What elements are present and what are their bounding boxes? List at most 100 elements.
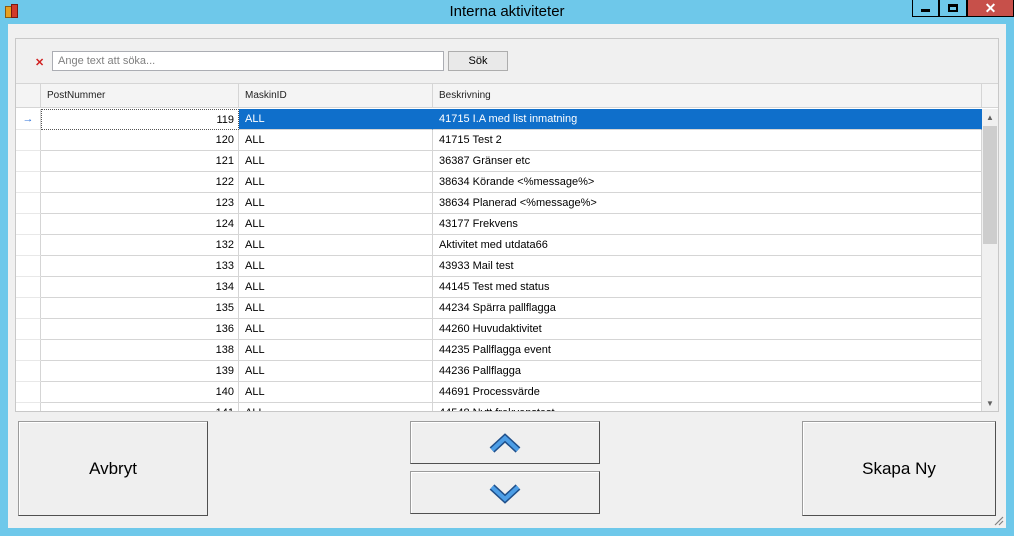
row-header-cell[interactable]: [16, 298, 41, 319]
cell-beskrivning[interactable]: 44145 Test med status: [433, 277, 982, 298]
vertical-scrollbar[interactable]: ▲ ▼: [982, 109, 998, 411]
cancel-button[interactable]: Avbryt: [18, 421, 208, 516]
cell-beskrivning[interactable]: 38634 Planerad <%message%>: [433, 193, 982, 214]
cell-postnummer[interactable]: 124: [41, 214, 239, 235]
cell-maskinid[interactable]: ALL: [239, 340, 433, 361]
cell-maskinid[interactable]: ALL: [239, 151, 433, 172]
row-header-cell[interactable]: [16, 172, 41, 193]
row-header-corner: [16, 84, 41, 108]
table-row[interactable]: 121 ALL 36387 Gränser etc: [16, 151, 982, 172]
move-up-button[interactable]: [410, 421, 600, 464]
table-row[interactable]: 132 ALL Aktivitet med utdata66: [16, 235, 982, 256]
cell-maskinid[interactable]: ALL: [239, 172, 433, 193]
close-button[interactable]: ✕: [967, 0, 1014, 17]
cell-postnummer[interactable]: 122: [41, 172, 239, 193]
row-header-cell[interactable]: [16, 361, 41, 382]
cell-postnummer[interactable]: 121: [41, 151, 239, 172]
cell-maskinid[interactable]: ALL: [239, 319, 433, 340]
cell-beskrivning[interactable]: 38634 Körande <%message%>: [433, 172, 982, 193]
minimize-button[interactable]: [912, 0, 939, 17]
cell-maskinid[interactable]: ALL: [239, 130, 433, 151]
grid-panel: ✕ Sök PostNummer MaskinID Beskrivning →1…: [15, 38, 999, 412]
cell-maskinid[interactable]: ALL: [239, 214, 433, 235]
table-row[interactable]: 135 ALL 44234 Spärra pallflagga: [16, 298, 982, 319]
cell-maskinid[interactable]: ALL: [239, 256, 433, 277]
cell-beskrivning[interactable]: 41715 Test 2: [433, 130, 982, 151]
cell-postnummer[interactable]: 141: [41, 403, 239, 411]
column-header-beskrivning[interactable]: Beskrivning: [433, 84, 982, 108]
cell-beskrivning[interactable]: 44691 Processvärde: [433, 382, 982, 403]
cell-maskinid[interactable]: ALL: [239, 193, 433, 214]
cell-maskinid[interactable]: ALL: [239, 298, 433, 319]
window-title: Interna aktiviteter: [449, 3, 565, 20]
row-header-cell[interactable]: [16, 193, 41, 214]
cell-beskrivning[interactable]: 44548 Nytt frekvenstest: [433, 403, 982, 411]
cell-postnummer[interactable]: 139: [41, 361, 239, 382]
table-row[interactable]: 123 ALL 38634 Planerad <%message%>: [16, 193, 982, 214]
cell-beskrivning[interactable]: 44260 Huvudaktivitet: [433, 319, 982, 340]
row-header-cell[interactable]: [16, 277, 41, 298]
row-header-cell[interactable]: [16, 151, 41, 172]
table-row[interactable]: 136 ALL 44260 Huvudaktivitet: [16, 319, 982, 340]
current-row-arrow-icon[interactable]: →: [16, 109, 41, 130]
table-row[interactable]: 138 ALL 44235 Pallflagga event: [16, 340, 982, 361]
cell-postnummer[interactable]: 133: [41, 256, 239, 277]
title-bar[interactable]: Interna aktiviteter ✕: [0, 0, 1014, 24]
cell-postnummer[interactable]: 138: [41, 340, 239, 361]
scroll-up-icon[interactable]: ▲: [982, 109, 998, 126]
search-input[interactable]: [52, 51, 444, 71]
cell-beskrivning[interactable]: 44234 Spärra pallflagga: [433, 298, 982, 319]
table-row[interactable]: 133 ALL 43933 Mail test: [16, 256, 982, 277]
cell-maskinid[interactable]: ALL: [239, 277, 433, 298]
clear-search-icon[interactable]: ✕: [35, 56, 44, 69]
row-header-cell[interactable]: [16, 382, 41, 403]
create-new-button[interactable]: Skapa Ny: [802, 421, 996, 516]
cell-maskinid[interactable]: ALL: [239, 109, 433, 130]
row-header-cell[interactable]: [16, 130, 41, 151]
cell-postnummer[interactable]: 120: [41, 130, 239, 151]
maximize-button[interactable]: [939, 0, 967, 17]
row-header-cell[interactable]: [16, 256, 41, 277]
table-row[interactable]: 141ALL44548 Nytt frekvenstest: [16, 403, 982, 411]
row-header-cell[interactable]: [16, 214, 41, 235]
table-row[interactable]: 122 ALL 38634 Körande <%message%>: [16, 172, 982, 193]
cell-beskrivning[interactable]: 43177 Frekvens: [433, 214, 982, 235]
cell-beskrivning[interactable]: 41715 I.A med list inmatning: [433, 109, 982, 130]
resize-grip-icon[interactable]: [992, 514, 1004, 526]
table-row[interactable]: 134 ALL 44145 Test med status: [16, 277, 982, 298]
row-header-cell[interactable]: [16, 235, 41, 256]
table-row[interactable]: 140 ALL 44691 Processvärde: [16, 382, 982, 403]
table-row[interactable]: 139 ALL 44236 Pallflagga: [16, 361, 982, 382]
data-grid: PostNummer MaskinID Beskrivning → 119 ALL 4…: [16, 83, 998, 411]
chevron-up-icon: [489, 432, 521, 453]
scroll-thumb[interactable]: [983, 126, 997, 244]
close-icon: ✕: [984, 0, 997, 16]
cell-beskrivning[interactable]: 44235 Pallflagga event: [433, 340, 982, 361]
cell-maskinid[interactable]: ALL: [239, 382, 433, 403]
cell-postnummer[interactable]: 140: [41, 382, 239, 403]
cell-maskinid[interactable]: ALL: [239, 235, 433, 256]
scroll-down-icon[interactable]: ▼: [982, 395, 998, 411]
column-header-postnummer[interactable]: PostNummer: [41, 84, 239, 108]
search-button[interactable]: Sök: [448, 51, 508, 71]
cell-beskrivning[interactable]: 43933 Mail test: [433, 256, 982, 277]
cell-beskrivning[interactable]: 36387 Gränser etc: [433, 151, 982, 172]
cell-postnummer[interactable]: 119: [41, 109, 239, 130]
cell-postnummer[interactable]: 135: [41, 298, 239, 319]
cell-postnummer[interactable]: 123: [41, 193, 239, 214]
cell-postnummer[interactable]: 132: [41, 235, 239, 256]
cell-beskrivning[interactable]: Aktivitet med utdata66: [433, 235, 982, 256]
cell-maskinid[interactable]: ALL: [239, 403, 433, 411]
cell-beskrivning[interactable]: 44236 Pallflagga: [433, 361, 982, 382]
column-header-maskinid[interactable]: MaskinID: [239, 84, 433, 108]
table-row[interactable]: 120 ALL 41715 Test 2: [16, 130, 982, 151]
table-row[interactable]: 124 ALL 43177 Frekvens: [16, 214, 982, 235]
cell-maskinid[interactable]: ALL: [239, 361, 433, 382]
move-down-button[interactable]: [410, 471, 600, 514]
cell-postnummer[interactable]: 136: [41, 319, 239, 340]
row-header-cell[interactable]: [16, 340, 41, 361]
row-header-cell[interactable]: [16, 403, 41, 411]
table-row[interactable]: → 119 ALL 41715 I.A med list inmatning: [16, 109, 982, 130]
cell-postnummer[interactable]: 134: [41, 277, 239, 298]
row-header-cell[interactable]: [16, 319, 41, 340]
